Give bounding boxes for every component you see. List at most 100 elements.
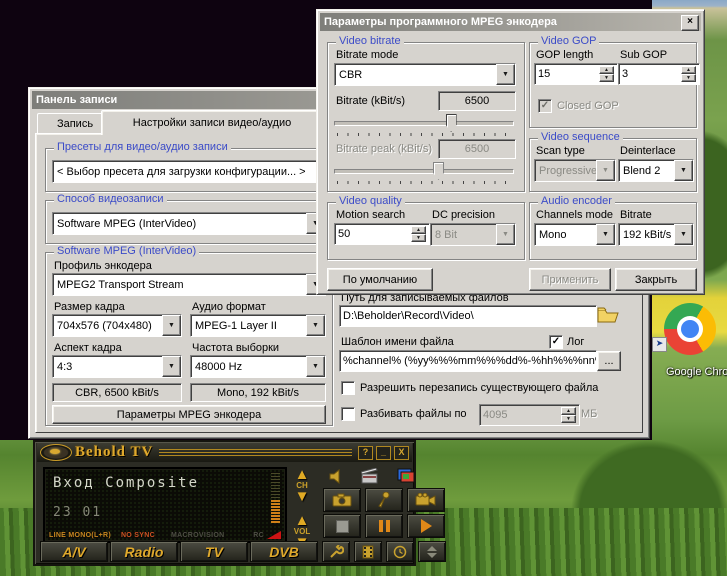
scan-type-select: Progressive ▼ bbox=[534, 159, 616, 182]
file-playback-button[interactable] bbox=[354, 541, 382, 562]
sub-gop-value: 3 bbox=[622, 68, 681, 80]
tv-display-button[interactable] bbox=[397, 468, 414, 483]
template-more-button[interactable]: ... bbox=[597, 351, 621, 371]
spin-up-icon[interactable]: ▲ bbox=[411, 226, 426, 234]
spin-down-icon[interactable]: ▼ bbox=[681, 74, 696, 82]
settings-button[interactable] bbox=[322, 541, 350, 562]
chevron-down-icon[interactable]: ▼ bbox=[306, 315, 325, 336]
scheduler-button[interactable] bbox=[386, 541, 414, 562]
spin-down-icon[interactable]: ▼ bbox=[411, 234, 426, 242]
defaults-button[interactable]: По умолчанию bbox=[327, 268, 433, 291]
scan-type-value: Progressive bbox=[535, 160, 596, 181]
closed-gop-label: Closed GOP bbox=[557, 100, 619, 112]
bitrate-peak-label: Bitrate peak (kBit/s) bbox=[336, 143, 432, 155]
audio-record-button[interactable] bbox=[365, 488, 403, 512]
bitrate-mode-label: Bitrate mode bbox=[336, 49, 398, 61]
channels-mode-select[interactable]: Mono ▼ bbox=[534, 223, 616, 246]
filename-template-input[interactable]: %channel% (%yy%%%mm%%%dd%-%hh%%%nn% bbox=[339, 350, 597, 372]
google-chrome-icon[interactable] bbox=[664, 303, 716, 355]
chevron-down-icon[interactable]: ▼ bbox=[162, 356, 181, 377]
sample-rate-select[interactable]: 48000 Hz ▼ bbox=[190, 355, 326, 378]
video-sequence-group-label: Video sequence bbox=[538, 131, 623, 143]
pause-icon bbox=[379, 520, 390, 532]
bitrate-peak-slider bbox=[334, 161, 514, 187]
gop-length-spinner[interactable]: ▲▼ bbox=[599, 66, 614, 82]
close-icon[interactable]: × bbox=[681, 15, 699, 31]
chevron-down-icon[interactable]: ▼ bbox=[674, 224, 693, 245]
bitrate-value-box: 6500 bbox=[438, 91, 516, 111]
scan-type-label: Scan type bbox=[536, 145, 585, 157]
bitrate-mode-select[interactable]: CBR ▼ bbox=[334, 63, 516, 86]
minimize-button[interactable]: _ bbox=[376, 446, 391, 460]
gop-length-input[interactable]: 15 ▲▼ bbox=[534, 63, 618, 85]
overwrite-checkbox[interactable] bbox=[341, 381, 355, 395]
spin-up-icon[interactable]: ▲ bbox=[561, 407, 576, 415]
audio-bitrate-label: Bitrate bbox=[620, 209, 652, 221]
video-gop-group-label: Video GOP bbox=[538, 35, 599, 47]
frame-size-select[interactable]: 704x576 (704x480) ▼ bbox=[52, 314, 182, 337]
tab-video-audio-settings[interactable]: Настройки записи видео/аудио bbox=[101, 110, 323, 135]
split-size-spinner[interactable]: ▲▼ bbox=[561, 407, 576, 423]
video-clip-button[interactable] bbox=[361, 468, 379, 484]
encoder-profile-select[interactable]: MPEG2 Transport Stream ▼ bbox=[52, 273, 326, 296]
chevron-down-icon[interactable]: ▼ bbox=[596, 224, 615, 245]
channel-down-button[interactable]: ▼ bbox=[295, 490, 310, 503]
close-button[interactable]: Закрыть bbox=[615, 268, 697, 291]
mute-button[interactable] bbox=[329, 469, 345, 484]
close-window-button[interactable]: X bbox=[394, 446, 409, 460]
channel-up-button[interactable]: ▲ bbox=[295, 468, 310, 481]
behold-titlebar[interactable]: Behold TV ? _ X bbox=[37, 443, 412, 462]
sub-gop-spinner[interactable]: ▲▼ bbox=[681, 66, 696, 82]
slider-track bbox=[334, 169, 514, 174]
stop-button[interactable] bbox=[323, 514, 361, 538]
slider-thumb[interactable] bbox=[446, 114, 457, 132]
compact-mode-button[interactable] bbox=[418, 541, 446, 562]
chevron-down-icon[interactable]: ▼ bbox=[674, 160, 693, 181]
motion-search-input[interactable]: 50 ▲▼ bbox=[334, 223, 430, 245]
spin-down-icon[interactable]: ▼ bbox=[561, 415, 576, 423]
audio-summary-text: Mono, 192 kBit/s bbox=[217, 387, 299, 399]
audio-bitrate-select[interactable]: 192 kBit/s ▼ bbox=[618, 223, 694, 246]
chevron-down-icon[interactable]: ▼ bbox=[162, 315, 181, 336]
split-files-checkbox[interactable] bbox=[341, 407, 355, 421]
close-glyph: × bbox=[687, 16, 693, 27]
snapshot-button[interactable] bbox=[323, 488, 361, 512]
sample-rate-value: 48000 Hz bbox=[191, 356, 306, 377]
chevron-down-icon[interactable]: ▼ bbox=[306, 356, 325, 377]
chevron-down-icon[interactable]: ▼ bbox=[496, 64, 515, 85]
audio-summary-box: Mono, 192 kBit/s bbox=[190, 383, 326, 402]
audio-format-select[interactable]: MPEG-1 Layer II ▼ bbox=[190, 314, 326, 337]
mode-radio-button[interactable]: Radio bbox=[110, 541, 178, 562]
record-path-input[interactable]: D:\Beholder\Record\Video\ bbox=[339, 305, 597, 327]
chrome-icon-label[interactable]: Google Chro bbox=[666, 366, 727, 378]
video-record-button[interactable] bbox=[407, 488, 445, 512]
mode-dvb-button[interactable]: DVB bbox=[250, 541, 318, 562]
bitrate-slider[interactable] bbox=[334, 113, 514, 139]
behold-tv-window: Behold TV ? _ X Вход Composite 23 01 LIN… bbox=[33, 440, 416, 566]
sub-gop-input[interactable]: 3 ▲▼ bbox=[618, 63, 700, 85]
deinterlace-select[interactable]: Blend 2 ▼ bbox=[618, 159, 694, 182]
clock-icon bbox=[393, 545, 407, 559]
mpeg-dialog-titlebar[interactable]: Параметры программного MPEG энкодера bbox=[320, 13, 701, 31]
record-method-select[interactable]: Software MPEG (InterVideo) ▼ bbox=[52, 212, 326, 235]
encoder-params-button[interactable]: Параметры MPEG энкодера bbox=[52, 405, 326, 424]
spin-up-icon[interactable]: ▲ bbox=[599, 66, 614, 74]
channels-mode-label: Channels mode bbox=[536, 209, 613, 221]
preset-select[interactable]: < Выбор пресета для загрузки конфигураци… bbox=[52, 160, 326, 183]
mode-tv-button[interactable]: TV bbox=[180, 541, 248, 562]
aspect-select[interactable]: 4:3 ▼ bbox=[52, 355, 182, 378]
filmstrip-icon bbox=[361, 545, 375, 559]
browse-folder-button[interactable] bbox=[597, 306, 619, 324]
spin-up-icon[interactable]: ▲ bbox=[681, 66, 696, 74]
play-button[interactable] bbox=[407, 514, 445, 538]
help-button[interactable]: ? bbox=[358, 446, 373, 460]
volume-up-button[interactable]: ▲ bbox=[295, 514, 310, 527]
software-mpeg-group: Software MPEG (InterVideo) Профиль энкод… bbox=[45, 252, 333, 426]
log-checkbox[interactable]: ✓ bbox=[549, 335, 563, 349]
split-size-input[interactable]: 4095 ▲▼ bbox=[479, 404, 580, 426]
pause-button[interactable] bbox=[365, 514, 403, 538]
video-summary-box: CBR, 6500 kBit/s bbox=[52, 383, 182, 402]
motion-search-spinner[interactable]: ▲▼ bbox=[411, 226, 426, 242]
spin-down-icon[interactable]: ▼ bbox=[599, 74, 614, 82]
mode-av-button[interactable]: A/V bbox=[40, 541, 108, 562]
